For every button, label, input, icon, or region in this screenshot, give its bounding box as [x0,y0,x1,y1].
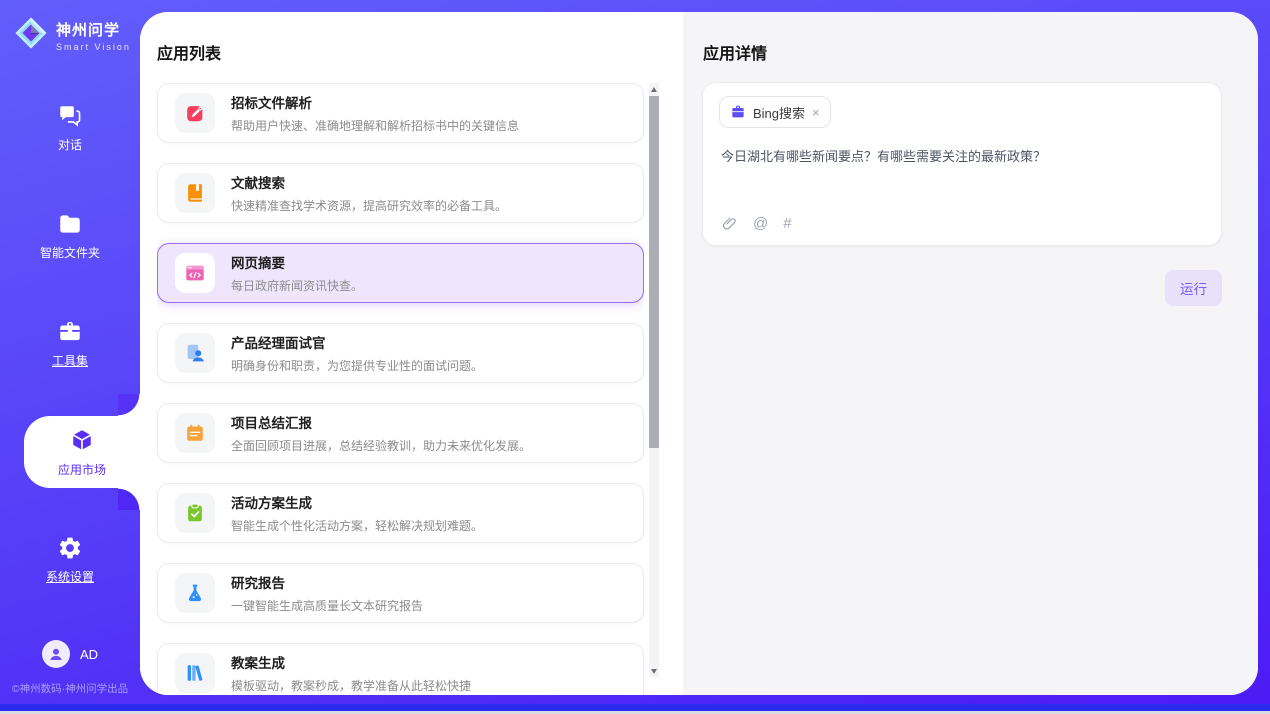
run-row: 运行 [702,270,1222,306]
books-icon [175,653,215,693]
app-card-list: 招标文件解析帮助用户快速、准确地理解和解析招标书中的关键信息文献搜索快速精准查找… [157,83,644,695]
app-card[interactable]: 项目总结汇报全面回顾项目进展，总结经验教训，助力未来优化发展。 [157,403,644,463]
card-texts: 文献搜索快速精准查找学术资源，提高研究效率的必备工具。 [231,172,507,214]
app-list-title: 应用列表 [157,40,221,64]
gear-icon [57,535,83,561]
run-button[interactable]: 运行 [1165,270,1222,306]
edit-icon [175,93,215,133]
purple-frame: 神州问学 Smart Vision 对话智能文件夹工具集应用市场系统设置 AD … [0,0,1270,704]
tool-tag-label: Bing搜索 [753,103,805,122]
sidebar-item-label: 系统设置 [46,568,94,585]
app-card-title: 网页摘要 [231,252,363,272]
app-card-description: 帮助用户快速、准确地理解和解析招标书中的关键信息 [231,117,519,134]
scroll-down-icon[interactable] [649,665,659,677]
interviewer-icon [175,333,215,373]
app-card-description: 模板驱动，教案秒成，教学准备从此轻松快捷 [231,677,471,694]
calendar-icon [175,413,215,453]
app-card-description: 每日政府新闻资讯快查。 [231,277,363,294]
app-card-title: 活动方案生成 [231,492,483,512]
app-card-description: 一键智能生成高质量长文本研究报告 [231,597,423,614]
close-icon[interactable]: × [812,106,820,119]
app-detail-title: 应用详情 [703,40,767,64]
user-initials: AD [80,647,98,662]
diamond-logo-icon [14,16,48,55]
app-card-description: 快速精准查找学术资源，提高研究效率的必备工具。 [231,197,507,214]
sidebar-item-tools[interactable]: 工具集 [0,312,140,376]
query-input[interactable]: 今日湖北有哪些新闻要点？有哪些需要关注的最新政策？ [721,147,1203,167]
user-account[interactable]: AD [0,640,140,668]
prompt-composer: Bing搜索 × 今日湖北有哪些新闻要点？有哪些需要关注的最新政策？ @# [702,82,1222,246]
app-card-description: 智能生成个性化活动方案，轻松解决规划难题。 [231,517,483,534]
app-card[interactable]: 产品经理面试官明确身份和职责，为您提供专业性的面试问题。 [157,323,644,383]
app-card-title: 项目总结汇报 [231,412,531,432]
app-window: 神州问学 Smart Vision 对话智能文件夹工具集应用市场系统设置 AD … [0,0,1270,714]
sidebar-item-market[interactable]: 应用市场 [24,416,140,488]
paperclip-icon[interactable] [721,215,738,232]
app-card[interactable]: 教案生成模板驱动，教案秒成，教学准备从此轻松快捷 [157,643,644,695]
active-notch-top [118,394,140,416]
hash-icon[interactable]: # [783,215,791,232]
content-area: 应用列表 招标文件解析帮助用户快速、准确地理解和解析招标书中的关键信息文献搜索快… [140,12,1258,695]
brand-logo: 神州问学 Smart Vision [14,16,131,55]
book-icon [175,173,215,213]
research-icon [175,573,215,613]
scrollbar[interactable] [649,83,659,677]
sidebar-item-label: 工具集 [52,352,88,369]
sidebar-item-settings[interactable]: 系统设置 [0,528,140,592]
card-texts: 产品经理面试官明确身份和职责，为您提供专业性的面试问题。 [231,332,483,374]
app-card-title: 研究报告 [231,572,423,592]
folder-icon [57,211,83,237]
app-card-title: 文献搜索 [231,172,507,192]
app-card[interactable]: 研究报告一键智能生成高质量长文本研究报告 [157,563,644,623]
card-texts: 教案生成模板驱动，教案秒成，教学准备从此轻松快捷 [231,652,471,694]
app-card-description: 明确身份和职责，为您提供专业性的面试问题。 [231,357,483,374]
sidebar-item-chat[interactable]: 对话 [0,96,140,160]
app-card[interactable]: 文献搜索快速精准查找学术资源，提高研究效率的必备工具。 [157,163,644,223]
app-card-description: 全面回顾项目进展，总结经验教训，助力未来优化发展。 [231,437,531,454]
app-card-title: 教案生成 [231,652,471,672]
scrollbar-thumb[interactable] [649,96,659,448]
sidebar-item-label: 对话 [58,136,82,153]
chat-icon [57,103,83,129]
browser-icon [175,253,215,293]
app-card[interactable]: 招标文件解析帮助用户快速、准确地理解和解析招标书中的关键信息 [157,83,644,143]
bottom-strip [0,704,1270,711]
avatar [42,640,70,668]
card-texts: 项目总结汇报全面回顾项目进展，总结经验教训，助力未来优化发展。 [231,412,531,454]
tool-tag-bing[interactable]: Bing搜索 × [719,96,831,128]
sidebar: 神州问学 Smart Vision 对话智能文件夹工具集应用市场系统设置 AD … [0,0,140,704]
app-card-title: 产品经理面试官 [231,332,483,352]
card-texts: 活动方案生成智能生成个性化活动方案，轻松解决规划难题。 [231,492,483,534]
card-texts: 网页摘要每日政府新闻资讯快查。 [231,252,363,294]
card-texts: 招标文件解析帮助用户快速、准确地理解和解析招标书中的关键信息 [231,92,519,134]
app-detail-panel: 应用详情 Bing搜索 × 今日湖北有哪些新闻要点？有哪些需要关注的最新政策？ … [683,12,1258,695]
clipboard-check-icon [175,493,215,533]
briefcase-icon [730,104,746,120]
at-icon[interactable]: @ [753,215,768,232]
composer-toolbar: @# [721,215,792,232]
active-notch-bottom [118,488,140,510]
app-card[interactable]: 网页摘要每日政府新闻资讯快查。 [157,243,644,303]
brand-name: 神州问学 [56,19,131,40]
cube-icon [68,426,96,454]
brand-subtitle: Smart Vision [56,42,131,52]
toolbox-icon [57,319,83,345]
sidebar-nav: 对话智能文件夹工具集应用市场系统设置 [0,96,140,592]
sidebar-item-folders[interactable]: 智能文件夹 [0,204,140,268]
scroll-up-icon[interactable] [649,83,659,95]
sidebar-item-label: 智能文件夹 [40,244,100,261]
app-list-panel: 应用列表 招标文件解析帮助用户快速、准确地理解和解析招标书中的关键信息文献搜索快… [140,12,683,695]
sidebar-item-label: 应用市场 [58,461,106,478]
app-card-title: 招标文件解析 [231,92,519,112]
app-card[interactable]: 活动方案生成智能生成个性化活动方案，轻松解决规划难题。 [157,483,644,543]
card-texts: 研究报告一键智能生成高质量长文本研究报告 [231,572,423,614]
copyright-text: ©神州数码·神州问学出品 [0,681,140,696]
